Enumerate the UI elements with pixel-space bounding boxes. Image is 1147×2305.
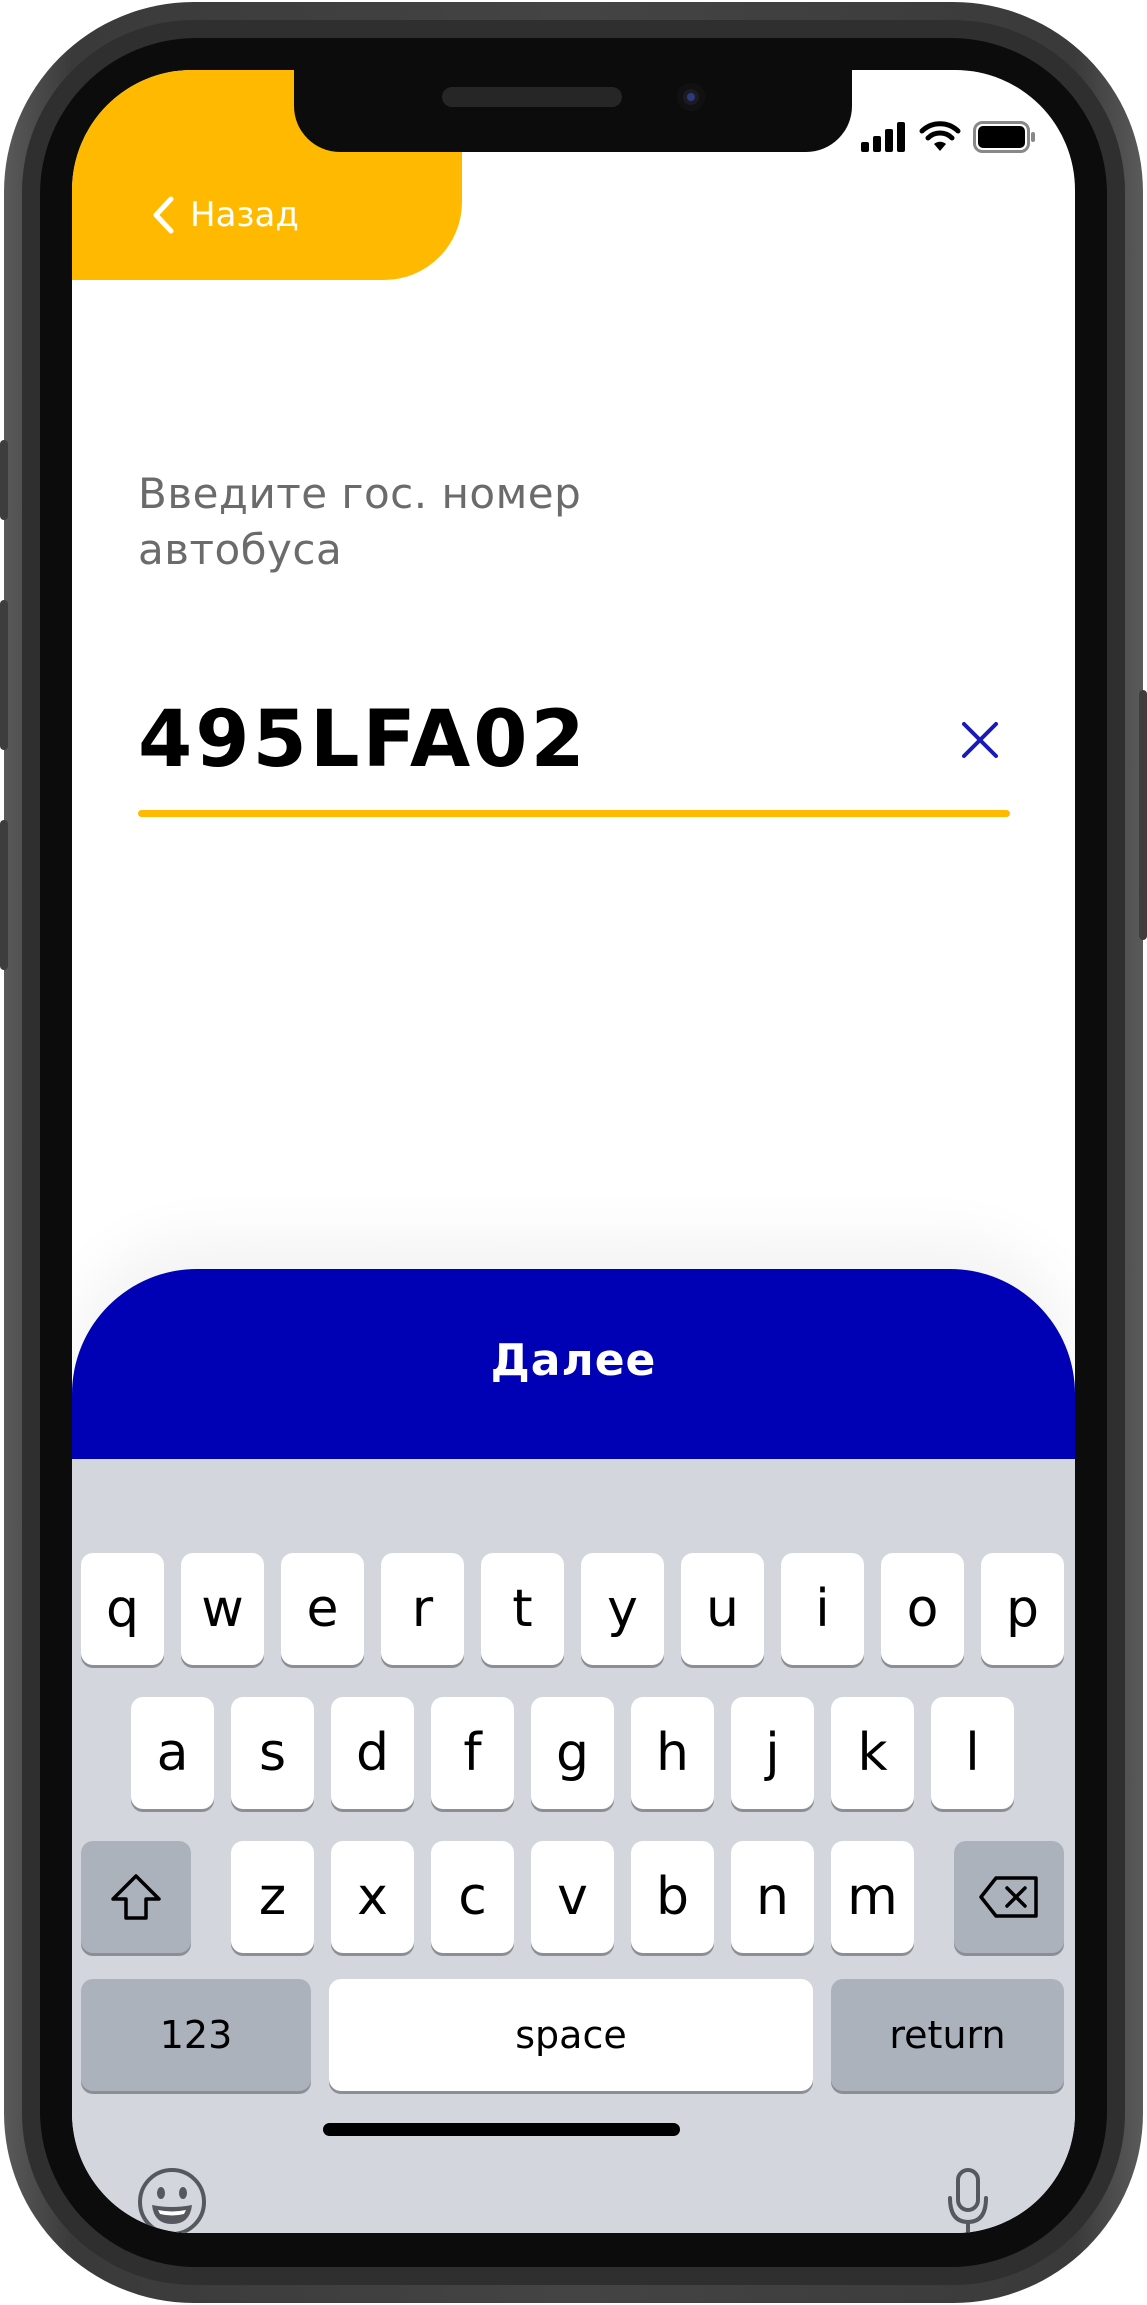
back-button[interactable]: Назад [150,195,299,235]
key-q[interactable]: q [81,1553,164,1665]
emoji-icon [138,2168,206,2233]
plate-number-input[interactable]: 495LFA02 [138,690,1010,790]
key-u[interactable]: u [681,1553,764,1665]
speaker-grille [442,87,622,107]
next-button-label: Далее [490,1335,657,1386]
key-j[interactable]: j [731,1697,814,1809]
key-g[interactable]: g [531,1697,614,1809]
status-bar [861,121,1037,157]
signal-icon [861,122,907,156]
numbers-key[interactable]: 123 [81,1979,311,2091]
key-s[interactable]: s [231,1697,314,1809]
return-key[interactable]: return [831,1979,1064,2091]
key-n[interactable]: n [731,1841,814,1953]
key-c[interactable]: c [431,1841,514,1953]
key-l[interactable]: l [931,1697,1014,1809]
key-o[interactable]: o [881,1553,964,1665]
key-f[interactable]: f [431,1697,514,1809]
plate-number-value[interactable]: 495LFA02 [138,690,588,790]
screen: Назад Введите гос. номер автобуса 495LFA… [72,70,1075,2233]
key-v[interactable]: v [531,1841,614,1953]
key-w[interactable]: w [181,1553,264,1665]
mute-switch [0,440,8,520]
delete-key[interactable] [954,1841,1064,1953]
key-x[interactable]: x [331,1841,414,1953]
backspace-icon [979,1876,1038,1918]
shift-key[interactable] [81,1841,191,1953]
home-indicator[interactable] [323,2123,680,2136]
key-z[interactable]: z [231,1841,314,1953]
shift-icon [111,1874,161,1920]
key-k[interactable]: k [831,1697,914,1809]
volume-up-button [0,600,8,750]
microphone-button[interactable] [944,2166,992,2233]
key-i[interactable]: i [781,1553,864,1665]
clear-button[interactable] [960,720,1000,760]
key-t[interactable]: t [481,1553,564,1665]
emoji-button[interactable] [136,2166,208,2233]
front-camera [677,83,705,111]
key-b[interactable]: b [631,1841,714,1953]
close-icon [962,722,998,758]
phone-device: Назад Введите гос. номер автобуса 495LFA… [0,0,1147,2305]
key-p[interactable]: p [981,1553,1064,1665]
key-h[interactable]: h [631,1697,714,1809]
prompt-line-2: автобуса [138,525,343,574]
power-button [1139,690,1147,940]
device-notch [294,70,852,152]
key-m[interactable]: m [831,1841,914,1953]
key-y[interactable]: y [581,1553,664,1665]
wifi-icon [919,121,961,157]
key-e[interactable]: e [281,1553,364,1665]
next-button[interactable]: Далее [72,1269,1075,1459]
space-key[interactable]: space [329,1979,813,2091]
prompt-line-1: Введите гос. номер [138,469,582,518]
key-a[interactable]: a [131,1697,214,1809]
chevron-left-icon [150,195,176,235]
prompt-text: Введите гос. номер автобуса [138,466,698,578]
back-label: Назад [190,195,299,235]
microphone-icon [948,2168,988,2233]
volume-down-button [0,820,8,970]
key-d[interactable]: d [331,1697,414,1809]
input-underline [138,810,1010,817]
keyboard: q w e r t y u i o p a s d f g h j k l z … [72,1459,1075,2233]
key-r[interactable]: r [381,1553,464,1665]
battery-icon [973,121,1037,157]
